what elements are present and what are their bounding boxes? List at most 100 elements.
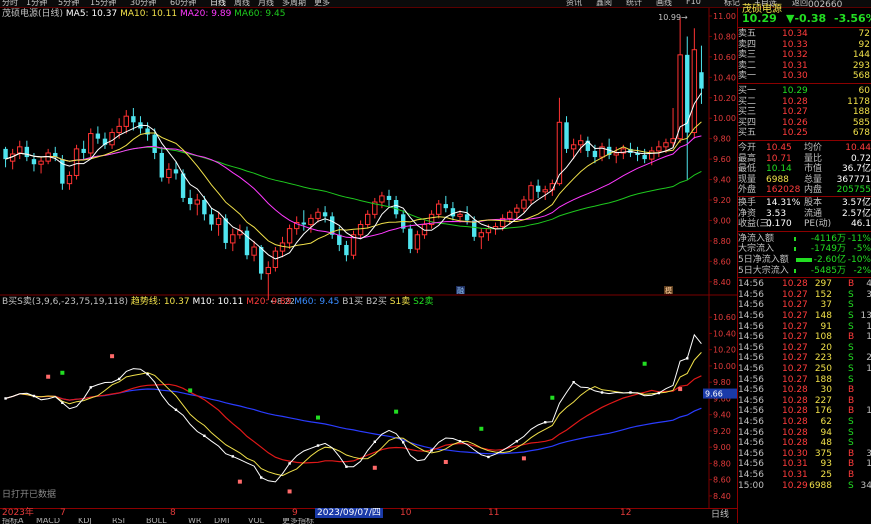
tick-direction: B xyxy=(848,470,855,480)
ask-label: 卖一 xyxy=(738,71,757,82)
quote-row-4: 外盘 162028 内盘 205755 xyxy=(738,185,871,195)
candle-body xyxy=(472,220,477,237)
ask-label: 卖三 xyxy=(738,50,757,61)
quote-row-6: 净资 3.53 流通 2.57亿 xyxy=(738,209,871,219)
main-axis-label: 8.40 xyxy=(713,278,731,287)
ask-row-3: 卖二 10.31 293 xyxy=(738,61,871,71)
indicator-tab-3[interactable]: RSI xyxy=(112,518,125,524)
main-axis-label: 9.60 xyxy=(713,155,731,164)
kline-chart-area[interactable]: 11.00 10.80 10.60 10.40 10.20 10.00 9.80 9.60 9.… xyxy=(0,0,737,523)
ask-price: 10.33 xyxy=(782,39,808,50)
timeline-month-6: 12 xyxy=(620,508,632,518)
sub-axis-label: 10.60 xyxy=(713,313,736,322)
candle-body xyxy=(535,185,541,192)
tick-direction: B xyxy=(848,395,855,406)
sub-legend: B买S卖(3,9,6,-23,75,19,118) 趋势线: 10.37 M10… xyxy=(2,297,434,307)
tick-time: 14:56 xyxy=(738,417,764,427)
candle-body xyxy=(73,148,80,176)
candle-body xyxy=(408,228,413,250)
main-axis-label: 11.00 xyxy=(713,12,736,21)
tick-direction: S xyxy=(848,374,854,385)
candle-body xyxy=(81,148,86,153)
tick-row-17: 14:56 10.31 93 B 1 xyxy=(738,459,871,469)
tick-direction: S xyxy=(848,289,854,300)
flow-row-2: 5日净流入额 -2.60亿 -10% xyxy=(738,255,871,265)
sub-dot xyxy=(657,391,661,395)
tick-volume: 94 xyxy=(820,427,832,438)
flow-row-1: 大宗流入 -1749万 -5% xyxy=(738,244,871,254)
tick-direction: S xyxy=(848,427,854,438)
tick-time: 14:56 xyxy=(738,321,764,332)
bid-price: 10.28 xyxy=(782,96,808,107)
quote-value-b: 3.57亿 xyxy=(841,198,871,208)
ask-price: 10.34 xyxy=(782,29,808,39)
tick-volume: 62 xyxy=(820,417,832,427)
ask-volume: 72 xyxy=(858,29,870,39)
flow-bar xyxy=(796,258,812,262)
indicator-tab-2[interactable]: KDJ xyxy=(78,518,92,524)
sub-current-value: 9.66 xyxy=(705,390,723,399)
indicator-tab-1[interactable]: MACD xyxy=(36,518,60,524)
tick-volume: 48 xyxy=(820,438,832,449)
sub-axis-label: 8.80 xyxy=(713,459,731,468)
ask-volume: 568 xyxy=(852,71,870,82)
sub-dot xyxy=(572,380,575,384)
ask-label: 卖四 xyxy=(738,39,757,50)
bid-label: 买三 xyxy=(738,107,757,118)
candle-body xyxy=(414,234,421,250)
flow-pct: -2% xyxy=(853,265,871,276)
tick-time: 14:56 xyxy=(738,364,764,374)
bid-row-1: 买二 10.28 1178 xyxy=(738,97,871,107)
main-legend-item-2: MA20: 9.89 xyxy=(177,9,232,19)
flow-bar xyxy=(794,236,796,241)
tick-price: 10.27 xyxy=(782,321,808,332)
candle-body xyxy=(393,200,399,215)
tick-count: 3 xyxy=(866,448,871,459)
indicator-tab-8[interactable]: 更多指标 xyxy=(282,518,314,524)
candle-body xyxy=(322,212,328,217)
indicator-tab-0[interactable]: 指标A xyxy=(2,518,23,524)
candle-body xyxy=(95,133,101,139)
indicator-tab-4[interactable]: BOLL xyxy=(146,518,167,524)
sub-legend-item-0: 趋势线: 10.37 xyxy=(130,297,190,307)
signal-marker xyxy=(110,354,115,359)
signal-marker xyxy=(550,395,555,400)
candle-body xyxy=(464,214,470,221)
main-axis-label: 9.00 xyxy=(713,216,731,225)
signal-marker xyxy=(287,489,292,494)
candle-body xyxy=(66,174,73,185)
tick-volume: 148 xyxy=(814,311,832,321)
sub-legend-title: B买S卖(3,9,6,-23,75,19,118) xyxy=(2,297,129,307)
tick-price: 10.30 xyxy=(782,448,808,459)
marker-m-text: 模 xyxy=(665,286,672,295)
candle-body xyxy=(685,54,690,133)
ask-label: 卖二 xyxy=(738,60,757,71)
stock-header: 茂硕电源 002660 xyxy=(738,0,871,15)
tick-direction: S xyxy=(848,342,854,353)
indicator-tab-6[interactable]: DMI xyxy=(214,518,229,524)
sub-dot xyxy=(686,357,689,360)
sub-axis-label: 9.80 xyxy=(713,378,731,387)
tick-volume: 188 xyxy=(814,374,832,385)
bid-price: 10.29 xyxy=(782,86,808,96)
tick-count: 1 xyxy=(866,459,871,470)
tick-direction: S xyxy=(848,300,854,311)
signal-marker xyxy=(237,479,242,484)
tick-time: 15:00 xyxy=(738,480,764,491)
candle-body xyxy=(194,199,200,205)
timeline-month-1: 7 xyxy=(60,508,66,518)
right-bottom-tab[interactable]: 日线 xyxy=(711,510,729,520)
indicator-tab-7[interactable]: VOL xyxy=(248,518,264,524)
flow-value: -2.60亿 xyxy=(813,255,846,265)
signal-marker xyxy=(60,370,65,375)
tick-time: 14:56 xyxy=(738,289,764,300)
tick-count: 13 xyxy=(860,311,871,321)
tick-time: 14:56 xyxy=(738,459,764,470)
timeline-month-4: 10 xyxy=(400,508,412,518)
ask-row-0: 卖五 10.34 72 xyxy=(738,29,871,39)
quote-row-3: 现量 6988 总量 367771 xyxy=(738,175,871,185)
ma60-line xyxy=(5,146,702,230)
indicator-tab-5[interactable]: WR xyxy=(188,518,201,524)
bid-volume: 678 xyxy=(852,128,870,139)
sub-dot xyxy=(316,444,320,447)
